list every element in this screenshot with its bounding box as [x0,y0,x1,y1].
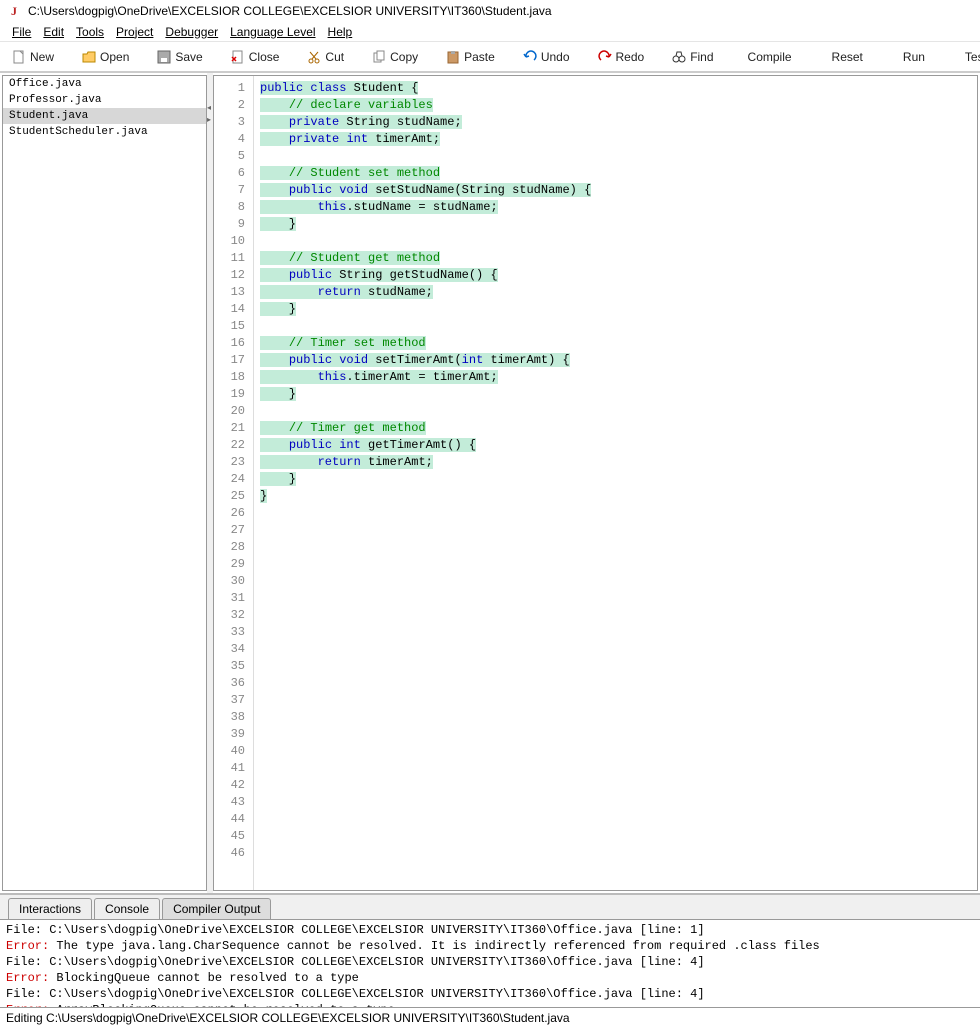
compile-button[interactable]: Compile [734,47,806,67]
open-button[interactable]: Open [74,47,137,67]
close-button[interactable]: Close [223,47,288,67]
file-item[interactable]: Professor.java [3,92,206,108]
file-list[interactable]: Office.javaProfessor.javaStudent.javaStu… [2,75,207,891]
menu-edit[interactable]: Edit [39,23,68,41]
menu-debugger[interactable]: Debugger [161,23,222,41]
save-button[interactable]: Save [149,47,210,67]
paste-button[interactable]: Paste [438,47,503,67]
redo-arrow-icon [598,50,612,64]
find-button[interactable]: Find [664,47,721,67]
new-file-icon [12,50,26,64]
code-area[interactable]: public class Student { // declare variab… [254,76,977,890]
undo-button[interactable]: Undo [515,47,578,67]
app-logo-icon: J [6,3,22,19]
toolbar: New Open Save Close Cut Copy Paste Undo … [0,42,980,72]
menu-project[interactable]: Project [112,23,157,41]
copy-pages-icon [372,50,386,64]
menu-language-level[interactable]: Language Level [226,23,319,41]
new-button[interactable]: New [4,47,62,67]
clipboard-icon [446,50,460,64]
main-pane: Office.javaProfessor.javaStudent.javaStu… [0,72,980,893]
close-file-icon [231,50,245,64]
bottom-tab[interactable]: Compiler Output [162,898,271,919]
cut-button[interactable]: Cut [299,47,352,67]
menu-help[interactable]: Help [324,23,357,41]
bottom-tab[interactable]: Interactions [8,898,92,919]
open-folder-icon [82,50,96,64]
test-button[interactable]: Test [951,47,980,67]
compiler-output[interactable]: File: C:\Users\dogpig\OneDrive\EXCELSIOR… [0,919,980,1007]
reset-button[interactable]: Reset [818,47,877,67]
save-disk-icon [157,50,171,64]
binoculars-icon [672,50,686,64]
bottom-tabs: InteractionsConsoleCompiler Output [0,893,980,919]
copy-button[interactable]: Copy [364,47,426,67]
bottom-tab[interactable]: Console [94,898,160,919]
file-item[interactable]: StudentScheduler.java [3,124,206,140]
editor[interactable]: 1234567891011121314151617181920212223242… [213,75,978,891]
status-text: Editing C:\Users\dogpig\OneDrive\EXCELSI… [6,1011,570,1025]
line-gutter: 1234567891011121314151617181920212223242… [214,76,254,890]
redo-button[interactable]: Redo [590,47,653,67]
status-bar: Editing C:\Users\dogpig\OneDrive\EXCELSI… [0,1007,980,1027]
menu-tools[interactable]: Tools [72,23,108,41]
menu-bar: File Edit Tools Project Debugger Languag… [0,22,980,42]
undo-arrow-icon [523,50,537,64]
file-item[interactable]: Office.java [3,76,206,92]
split-handle[interactable] [207,73,213,893]
run-button[interactable]: Run [889,47,939,67]
scissors-icon [307,50,321,64]
file-item[interactable]: Student.java [3,108,206,124]
title-bar: J C:\Users\dogpig\OneDrive\EXCELSIOR COL… [0,0,980,22]
window-title: C:\Users\dogpig\OneDrive\EXCELSIOR COLLE… [28,4,552,18]
menu-file[interactable]: File [8,23,35,41]
